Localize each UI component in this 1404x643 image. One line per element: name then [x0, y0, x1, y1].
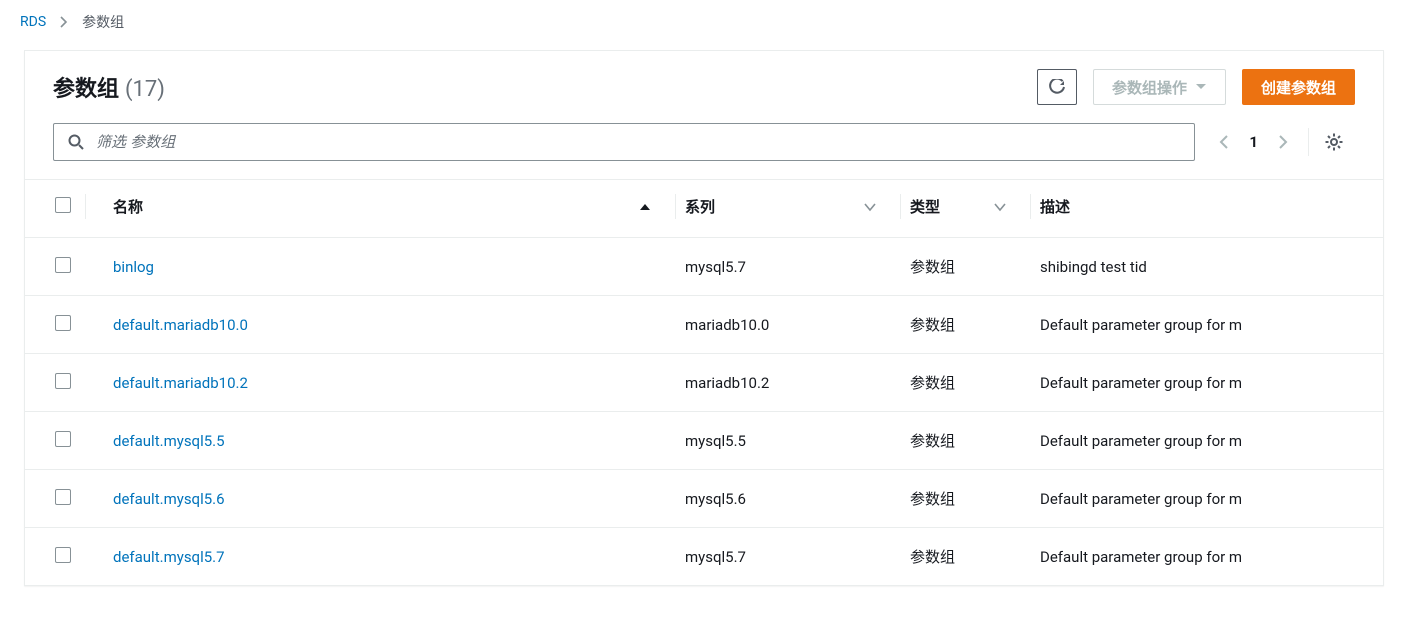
column-header-name[interactable]: 名称	[85, 180, 675, 238]
table-row: default.mariadb10.2 mariadb10.2 参数组 Default…	[25, 354, 1383, 412]
row-family: mariadb10.2	[685, 374, 769, 392]
table-row: default.mysql5.6 mysql5.6 参数组 Default param…	[25, 470, 1383, 528]
column-name-label: 名称	[113, 196, 143, 217]
caret-down-icon	[1195, 83, 1207, 91]
column-header-type[interactable]: 类型	[900, 180, 1030, 238]
breadcrumb: RDS 参数组	[0, 0, 1404, 50]
table-row: default.mysql5.5 mysql5.5 参数组 Default param…	[25, 412, 1383, 470]
parameter-group-name-link[interactable]: default.mysql5.6	[113, 490, 225, 508]
row-family: mysql5.7	[685, 258, 746, 276]
actions-dropdown-button[interactable]: 参数组操作	[1093, 69, 1226, 105]
row-checkbox[interactable]	[55, 315, 71, 331]
row-family: mariadb10.0	[685, 316, 769, 334]
actions-label: 参数组操作	[1112, 77, 1187, 98]
row-type: 参数组	[910, 490, 955, 508]
parameter-group-name-link[interactable]: default.mariadb10.0	[113, 316, 248, 334]
row-family: mysql5.7	[685, 548, 746, 566]
parameter-groups-table: 名称 系列	[25, 180, 1383, 585]
pager-next-button[interactable]	[1274, 131, 1292, 153]
pager-prev-button[interactable]	[1215, 131, 1233, 153]
column-header-family[interactable]: 系列	[675, 180, 900, 238]
search-field[interactable]	[53, 123, 1195, 161]
divider	[1308, 128, 1309, 156]
panel-title-text: 参数组	[53, 71, 119, 103]
row-type: 参数组	[910, 432, 955, 450]
chevron-right-icon	[60, 16, 68, 28]
panel-toolbar: 1	[25, 113, 1383, 180]
row-family: mysql5.5	[685, 432, 746, 450]
refresh-icon	[1049, 79, 1065, 95]
pager-current-page: 1	[1243, 133, 1264, 151]
breadcrumb-root[interactable]: RDS	[20, 14, 46, 30]
search-input[interactable]	[96, 134, 1184, 151]
row-description: Default parameter group for m	[1040, 432, 1242, 450]
row-description: Default parameter group for m	[1040, 316, 1242, 334]
select-all-checkbox[interactable]	[55, 197, 71, 213]
table-row: binlog mysql5.7 参数组 shibingd test tid	[25, 238, 1383, 296]
parameter-groups-panel: 参数组 (17) 参数组操作 创建参数组	[24, 50, 1384, 586]
column-header-description: 描述	[1030, 180, 1383, 238]
pager: 1	[1203, 128, 1355, 156]
row-checkbox[interactable]	[55, 257, 71, 273]
panel-header: 参数组 (17) 参数组操作 创建参数组	[25, 51, 1383, 113]
row-description: Default parameter group for m	[1040, 548, 1242, 566]
table-row: default.mysql5.7 mysql5.7 参数组 Default param…	[25, 528, 1383, 586]
search-icon	[68, 134, 84, 150]
parameter-group-name-link[interactable]: default.mysql5.7	[113, 548, 225, 566]
parameter-group-name-link[interactable]: binlog	[113, 258, 154, 276]
row-type: 参数组	[910, 374, 955, 392]
row-family: mysql5.6	[685, 490, 746, 508]
refresh-button[interactable]	[1037, 69, 1077, 105]
create-label: 创建参数组	[1261, 77, 1336, 98]
sort-none-icon	[994, 202, 1006, 212]
column-type-label: 类型	[910, 196, 940, 217]
table-row: default.mariadb10.0 mariadb10.0 参数组 Default…	[25, 296, 1383, 354]
row-type: 参数组	[910, 258, 955, 276]
column-family-label: 系列	[685, 196, 715, 217]
row-checkbox[interactable]	[55, 431, 71, 447]
create-parameter-group-button[interactable]: 创建参数组	[1242, 69, 1355, 105]
sort-none-icon	[864, 202, 876, 212]
row-checkbox[interactable]	[55, 547, 71, 563]
row-type: 参数组	[910, 316, 955, 334]
row-description: shibingd test tid	[1040, 258, 1147, 276]
column-select-all	[25, 180, 85, 238]
column-description-label: 描述	[1040, 198, 1070, 216]
row-checkbox[interactable]	[55, 489, 71, 505]
row-type: 参数组	[910, 548, 955, 566]
parameter-group-name-link[interactable]: default.mariadb10.2	[113, 374, 248, 392]
sort-asc-icon	[639, 202, 651, 212]
settings-button[interactable]	[1325, 133, 1343, 151]
row-description: Default parameter group for m	[1040, 374, 1242, 392]
row-checkbox[interactable]	[55, 373, 71, 389]
panel-count: (17)	[125, 77, 165, 102]
breadcrumb-current: 参数组	[82, 12, 124, 32]
panel-title: 参数组 (17)	[53, 71, 1021, 103]
gear-icon	[1325, 133, 1343, 151]
row-description: Default parameter group for m	[1040, 490, 1242, 508]
parameter-group-name-link[interactable]: default.mysql5.5	[113, 432, 225, 450]
